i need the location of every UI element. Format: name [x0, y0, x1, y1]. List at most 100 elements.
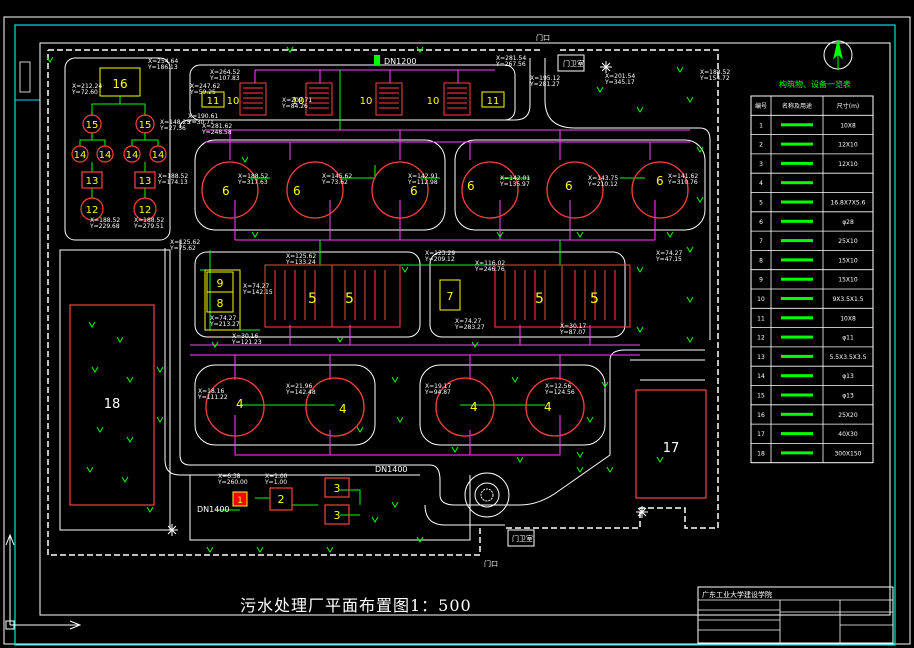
coordinate-label: Y=267.56 [495, 61, 526, 68]
svg-text:17: 17 [663, 441, 680, 456]
legend-row-size: 9X3.5X1.5 [832, 296, 863, 303]
legend-row-name-glyph [781, 451, 813, 455]
tree-icon [636, 106, 644, 113]
legend-row-name-glyph [781, 354, 813, 358]
coordinate-label: Y=142.15 [242, 289, 273, 296]
tree-icon [396, 416, 404, 423]
svg-text:6: 6 [222, 184, 230, 198]
coordinate-label: Y=246.76 [474, 266, 505, 273]
legend-row-name-glyph [781, 374, 813, 378]
svg-text:8: 8 [217, 297, 224, 310]
legend-row-name-glyph [781, 412, 813, 416]
legend-row-name-glyph [781, 200, 813, 204]
legend-header: 尺寸(m) [837, 102, 860, 110]
svg-text:12: 12 [86, 205, 99, 216]
coordinate-label: Y=209.12 [424, 256, 455, 263]
coordinate-label: Y=121.23 [231, 339, 262, 346]
legend-row-number: 8 [759, 257, 763, 264]
dn1200-valve [374, 55, 380, 65]
svg-text:4: 4 [544, 400, 552, 414]
legend-row-size: 300X150 [834, 450, 861, 457]
legend-row-size: 5.5X3.5X3.5 [830, 354, 867, 361]
svg-text:9: 9 [217, 277, 224, 290]
legend-row-size: 10X8 [840, 315, 856, 322]
legend-row-name-glyph [781, 258, 813, 262]
legend-row-number: 9 [759, 277, 763, 284]
legend-row-size: 25X20 [838, 412, 858, 419]
tree-icon [676, 66, 684, 73]
tree-icon [156, 366, 164, 373]
svg-text:14: 14 [74, 150, 87, 161]
tree-icon [88, 321, 96, 328]
legend-row-name-glyph [781, 393, 813, 397]
svg-text:11: 11 [487, 96, 500, 107]
svg-text:3: 3 [334, 482, 341, 495]
svg-text:14: 14 [99, 150, 112, 161]
legend-row-name-glyph [781, 316, 813, 320]
coordinate-label: Y=47.15 [655, 256, 682, 263]
coordinate-label: Y=283.27 [454, 324, 485, 331]
tree-icon [656, 456, 664, 463]
legend-row-name-glyph [781, 335, 813, 339]
svg-text:6: 6 [565, 179, 573, 193]
tree-icon [511, 376, 519, 383]
site-plan-drawing: 门卫室 门口 门卫室 门口 16 15 15 14 14 14 14 13 13… [3, 16, 911, 646]
svg-text:6: 6 [293, 184, 301, 198]
dn1400-outlet-label: DN1400 [375, 465, 408, 474]
shrub-icon [166, 524, 178, 536]
svg-text:10: 10 [227, 96, 240, 107]
legend-row-name-glyph [781, 277, 813, 281]
tree-icon [86, 466, 94, 473]
tree-icon [116, 336, 124, 343]
legend-row-name-glyph [781, 432, 813, 436]
tree-icon [686, 96, 694, 103]
legend-row-number: 14 [757, 373, 765, 380]
svg-text:10: 10 [427, 96, 440, 107]
svg-text:1: 1 [237, 496, 243, 506]
tree-icon [356, 426, 364, 433]
tree-icon [371, 516, 379, 523]
legend-row-name-glyph [781, 142, 813, 146]
svg-text:13: 13 [139, 176, 152, 187]
tree-icon [156, 416, 164, 423]
legend-row-number: 15 [757, 393, 765, 400]
legend-row-number: 1 [759, 122, 763, 129]
legend-row-name-glyph [781, 123, 813, 127]
coordinate-label: Y=317.63 [237, 179, 268, 186]
svg-text:15: 15 [86, 120, 99, 131]
roundabout [464, 472, 510, 518]
gate-top-label: 门口 [536, 33, 550, 42]
tree-icon [206, 546, 214, 553]
tree-icon [636, 326, 644, 333]
tree-icon [391, 376, 399, 383]
legend-row-number: 7 [759, 238, 763, 245]
coordinate-label: Y=310.76 [667, 179, 698, 186]
coordinate-label: Y=112.98 [407, 179, 438, 186]
tree-icon [96, 426, 104, 433]
legend-row-size: 40X30 [838, 431, 858, 438]
tree-icon [146, 506, 154, 513]
guard-house-bottom-label: 门卫室 [512, 534, 533, 543]
svg-text:14: 14 [126, 150, 139, 161]
legend-row-size: 15X10 [838, 257, 858, 264]
tree-icon [576, 231, 584, 238]
school-name: 广东工业大学建设学院 [702, 590, 772, 599]
legend-row-number: 17 [757, 431, 765, 438]
coordinate-label: Y=87.07 [559, 329, 586, 336]
legend-row-size: φ13 [842, 393, 854, 400]
legend-row-number: 6 [759, 219, 763, 226]
legend-row-name-glyph [781, 239, 813, 243]
coordinate-label: Y=248.58 [201, 129, 232, 136]
svg-text:5: 5 [590, 291, 599, 307]
svg-text:11: 11 [207, 96, 220, 107]
svg-text:15: 15 [139, 120, 152, 131]
tree-icon [126, 376, 134, 383]
coordinate-label: Y=142.48 [285, 389, 316, 396]
legend-header: 名称及用途 [782, 102, 812, 110]
svg-text:7: 7 [447, 290, 454, 303]
tree-icon [686, 296, 694, 303]
coordinate-label: Y=154.72 [699, 75, 730, 82]
legend-row-size: φ13 [842, 373, 854, 380]
tree-icon [336, 336, 344, 343]
svg-text:10: 10 [360, 96, 373, 107]
